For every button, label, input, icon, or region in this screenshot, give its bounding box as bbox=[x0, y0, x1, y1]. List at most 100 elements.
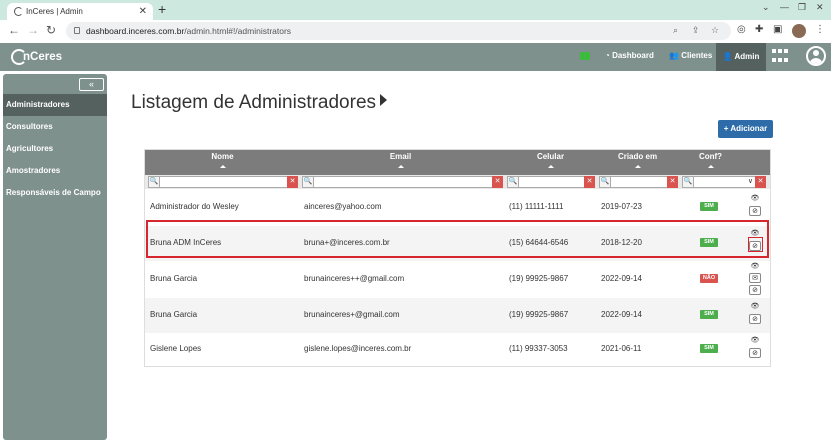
user-shield-icon: 👤 bbox=[722, 52, 733, 61]
cell-created: 2019-07-23 bbox=[601, 202, 642, 211]
minimize-icon[interactable]: — bbox=[780, 2, 789, 12]
cell-email: brunainceres++@gmail.com bbox=[304, 274, 405, 283]
cell-email: gislene.lopes@inceres.com.br bbox=[304, 344, 412, 353]
column-header-conf[interactable]: Conf? bbox=[673, 152, 748, 168]
nav-dashboard-label: Dashboard bbox=[612, 51, 654, 60]
chevron-down-icon: ∨ bbox=[747, 178, 753, 185]
sidebar-item-consultores[interactable]: Consultores bbox=[3, 116, 107, 138]
tab-title: InCeres | Admin bbox=[26, 7, 83, 16]
nav-admin[interactable]: 👤 Admin bbox=[716, 43, 766, 71]
cell-phone: (11) 11111-1111 bbox=[509, 202, 564, 211]
users-icon: 👥 bbox=[669, 51, 679, 60]
reload-icon[interactable]: ↻ bbox=[46, 23, 56, 37]
cell-created: 2022-09-14 bbox=[601, 274, 642, 283]
sidebar-item-administradores[interactable]: Administradores bbox=[3, 94, 107, 116]
clear-filter-icon[interactable]: ✕ bbox=[287, 176, 298, 188]
column-header-criado-em[interactable]: Criado em bbox=[600, 152, 675, 168]
add-administrator-button[interactable]: + Adicionar bbox=[718, 120, 773, 138]
sidebar-item-agricultores[interactable]: Agricultores bbox=[3, 138, 107, 160]
filter-criado-em-input[interactable]: 🔍 ✕ bbox=[599, 176, 678, 188]
filter-email-input[interactable]: 🔍 ✕ bbox=[302, 176, 503, 188]
sort-up-icon bbox=[219, 165, 226, 168]
browser-tab-bar: InCeres | Admin ✕ + ⌄ — ❐ ✕ bbox=[0, 0, 831, 20]
status-badge: SIM bbox=[700, 344, 718, 353]
nav-clientes-label: Clientes bbox=[681, 51, 713, 60]
tachometer-icon: ◔ bbox=[605, 51, 610, 60]
page-title: Listagem de Administradores bbox=[131, 92, 388, 114]
new-tab-icon[interactable]: + bbox=[158, 1, 166, 17]
chevron-down-icon[interactable]: ⌄ bbox=[762, 2, 770, 13]
url-path: /admin.html#!/administrators bbox=[184, 26, 292, 36]
reset-password-icon[interactable]: ⊘ bbox=[749, 314, 761, 324]
cell-created: 2022-09-14 bbox=[601, 310, 642, 319]
url-input[interactable]: dashboard.inceres.com.br/admin.html#!/ad… bbox=[66, 22, 731, 40]
view-eye-icon[interactable]: 👁 bbox=[749, 302, 761, 312]
cell-phone: (15) 64644-6546 bbox=[509, 238, 569, 247]
inceres-logo[interactable]: nCeres bbox=[11, 48, 62, 66]
view-eye-icon[interactable]: 👁 bbox=[749, 194, 761, 204]
filter-row: 🔍 ✕ 🔍 ✕ 🔍 ✕ 🔍 ✕ 🔍 ∨ ✕ bbox=[145, 175, 770, 189]
cell-created: 2021-06-11 bbox=[601, 344, 642, 353]
view-eye-icon[interactable]: 👁 bbox=[749, 262, 761, 272]
reset-password-icon[interactable]: ⊘ bbox=[749, 285, 761, 295]
puzzle-icon[interactable]: ✚ bbox=[755, 24, 763, 35]
column-header-nome-label: Nome bbox=[211, 152, 234, 161]
logo-text: nCeres bbox=[23, 51, 62, 63]
view-eye-icon[interactable]: 👁 bbox=[749, 336, 761, 346]
back-icon[interactable]: ← bbox=[8, 23, 20, 37]
view-eye-icon[interactable]: 👁 bbox=[749, 229, 761, 239]
column-header-email[interactable]: Email bbox=[363, 152, 438, 168]
table-row: Bruna Garcia brunainceres+@gmail.com (19… bbox=[145, 298, 770, 333]
nav-admin-label: Admin bbox=[734, 52, 760, 61]
sidebar-item-amostradores[interactable]: Amostradores bbox=[3, 160, 107, 182]
table-header: Nome Email Celular Criado em Conf? bbox=[145, 150, 770, 175]
status-badge: SIM bbox=[700, 238, 718, 247]
lock-icon bbox=[74, 27, 80, 34]
cell-phone: (19) 99925-9867 bbox=[509, 310, 569, 319]
share-icon[interactable]: ⇪ bbox=[692, 25, 700, 36]
column-header-criado-em-label: Criado em bbox=[617, 152, 658, 161]
forward-icon[interactable]: → bbox=[27, 23, 39, 37]
status-badge: SIM bbox=[700, 202, 718, 211]
cell-name: Bruna Garcia bbox=[150, 274, 198, 283]
filter-conf-select[interactable]: 🔍 ∨ ✕ bbox=[682, 176, 766, 188]
bookmark-star-icon[interactable]: ☆ bbox=[711, 25, 719, 36]
window-close-icon[interactable]: ✕ bbox=[816, 2, 824, 13]
address-bar-area: ← → ↻ dashboard.inceres.com.br/admin.htm… bbox=[0, 20, 831, 43]
clear-filter-icon[interactable]: ✕ bbox=[584, 176, 595, 188]
url-host: dashboard.inceres.com.br bbox=[86, 26, 185, 36]
sidepanel-icon[interactable]: ▣ bbox=[773, 24, 782, 35]
reset-password-icon[interactable]: ⊘ bbox=[749, 241, 761, 251]
clear-filter-icon[interactable]: ✕ bbox=[492, 176, 503, 188]
column-header-nome[interactable]: Nome bbox=[185, 152, 260, 168]
search-icon: 🔍 bbox=[302, 176, 314, 188]
status-badge: NÃO bbox=[700, 274, 718, 283]
profile-avatar[interactable] bbox=[792, 24, 806, 38]
browser-tab[interactable]: InCeres | Admin ✕ bbox=[7, 3, 153, 20]
reset-password-icon[interactable]: ⊘ bbox=[749, 348, 761, 358]
cell-name: Administrador do Wesley bbox=[150, 202, 239, 211]
tab-close-icon[interactable]: ✕ bbox=[139, 3, 147, 20]
user-account-icon[interactable] bbox=[806, 46, 826, 66]
clear-filter-icon[interactable]: ✕ bbox=[667, 176, 678, 188]
nav-clientes[interactable]: 👥 Clientes bbox=[669, 51, 712, 60]
search-icon: 🔍 bbox=[507, 176, 519, 188]
sort-up-icon bbox=[397, 165, 404, 168]
sidebar-item-responsaveis-de-campo[interactable]: Responsáveis de Campo bbox=[3, 182, 107, 204]
reset-password-icon[interactable]: ⊘ bbox=[749, 206, 761, 216]
filter-celular-input[interactable]: 🔍 ✕ bbox=[507, 176, 595, 188]
cell-email: ainceres@yahoo.com bbox=[304, 202, 382, 211]
filter-nome-input[interactable]: 🔍 ✕ bbox=[148, 176, 298, 188]
resend-email-icon[interactable]: ✉ bbox=[749, 273, 761, 283]
collapse-sidebar-button[interactable]: « bbox=[79, 78, 104, 91]
table-row: Gislene Lopes gislene.lopes@inceres.com.… bbox=[145, 332, 770, 367]
apps-grid-icon[interactable] bbox=[772, 49, 790, 65]
nav-dashboard[interactable]: ◔ Dashboard bbox=[605, 51, 654, 60]
restore-icon[interactable]: ❐ bbox=[798, 2, 806, 13]
clear-filter-icon[interactable]: ✕ bbox=[755, 176, 766, 188]
zoom-icon[interactable]: ⌕ bbox=[673, 25, 678, 36]
column-header-celular[interactable]: Celular bbox=[513, 152, 588, 168]
menu-dots-icon[interactable]: ⋮ bbox=[815, 24, 825, 35]
inceres-favicon-icon bbox=[14, 7, 23, 16]
extension-icon[interactable]: ◎ bbox=[737, 24, 746, 35]
